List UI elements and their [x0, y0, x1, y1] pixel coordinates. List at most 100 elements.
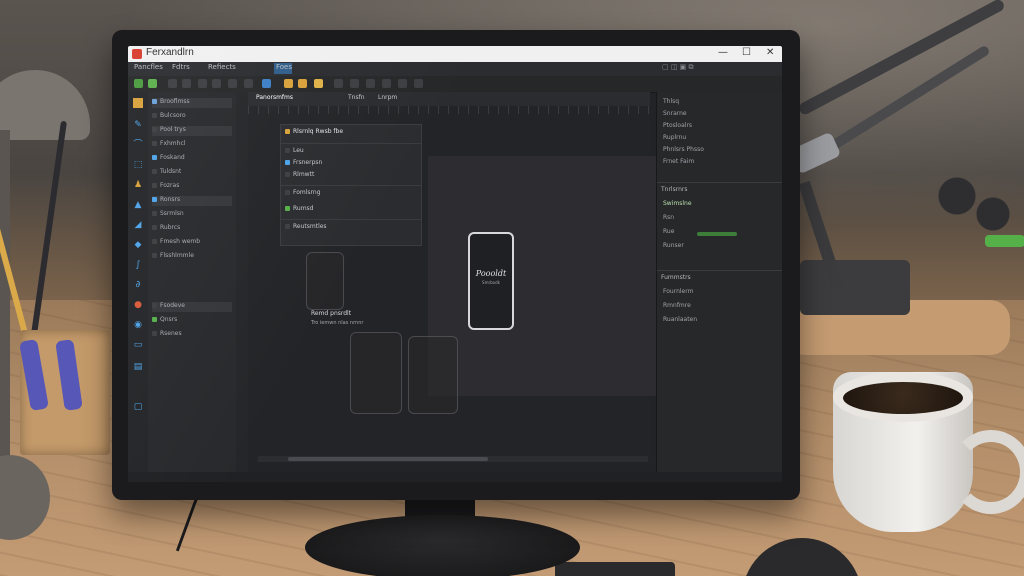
- tools-strip: ✎ ⌒ ⬚ ♟ ▲ ◢ ◆ ∫ ∂ ● ◉ ▭ ▤ ▢: [128, 92, 149, 472]
- list-item[interactable]: Brooflmss: [152, 98, 232, 108]
- globe-tool-icon[interactable]: ◉: [133, 320, 143, 330]
- menu-icon[interactable]: ▢ ◫ ▣ ⧉: [662, 63, 694, 72]
- property-row[interactable]: Snrarne: [663, 110, 687, 119]
- list-item[interactable]: Qnsrs: [152, 316, 177, 326]
- pen-tool-icon[interactable]: [284, 79, 293, 88]
- popup-row[interactable]: Rlsrnlq Rwsb fbe: [285, 128, 417, 140]
- tool-icon[interactable]: [414, 79, 423, 88]
- popup-row[interactable]: Leu: [285, 147, 417, 159]
- folder-icon: [285, 129, 290, 134]
- list-item[interactable]: Fsodeve: [152, 302, 232, 312]
- property-row[interactable]: Rsn: [663, 214, 674, 223]
- tool-icon[interactable]: [244, 79, 253, 88]
- tool-icon[interactable]: [228, 79, 237, 88]
- scrollbar-thumb[interactable]: [288, 457, 488, 461]
- ghost-frame: [350, 332, 402, 414]
- image-tool-icon[interactable]: ▤: [133, 362, 143, 372]
- list-icon: [152, 113, 157, 118]
- layer-popup: Rlsrnlq Rwsb fbe Leu Frsnerpsn Rlmwtt Fo…: [280, 124, 422, 246]
- divider: [281, 219, 421, 220]
- property-row[interactable]: Runser: [663, 242, 684, 251]
- tool-icon[interactable]: [398, 79, 407, 88]
- list-item[interactable]: Tuldsnt: [152, 168, 181, 178]
- list-item[interactable]: Fmesh wemb: [152, 238, 200, 248]
- curve-tool-icon[interactable]: ⌒: [133, 140, 143, 150]
- close-button[interactable]: ✕: [766, 47, 774, 58]
- list-item[interactable]: Rsenes: [152, 330, 182, 340]
- frame-tool-icon[interactable]: ▢: [133, 402, 143, 412]
- popup-row[interactable]: Rlmwtt: [285, 171, 417, 183]
- tab-document[interactable]: Lnrpm: [378, 94, 397, 101]
- tool-icon[interactable]: [212, 79, 221, 88]
- tool-icon[interactable]: [134, 79, 143, 88]
- desk-lamp-arm: [0, 130, 10, 460]
- tool-icon[interactable]: [334, 79, 343, 88]
- list-item[interactable]: Ronsrs: [152, 196, 232, 206]
- list-item[interactable]: Pool trys: [152, 126, 232, 136]
- pencil-tool-icon[interactable]: [298, 79, 307, 88]
- list-icon: [152, 183, 157, 188]
- tool-icon[interactable]: [382, 79, 391, 88]
- shape-tool-icon[interactable]: [314, 79, 323, 88]
- curve-tool-icon[interactable]: ∫: [133, 260, 143, 270]
- layer-icon: [285, 224, 290, 229]
- select-tool-icon[interactable]: [133, 98, 143, 108]
- tab-document[interactable]: Panorsmfms: [256, 94, 293, 101]
- tool-icon[interactable]: [168, 79, 177, 88]
- list-item[interactable]: Bulcsoro: [152, 112, 186, 122]
- device-label: Poooldt: [475, 269, 507, 278]
- layer-tool-icon[interactable]: ▭: [133, 340, 143, 350]
- property-row[interactable]: Phnlsrs Phsso: [663, 146, 704, 155]
- monitor-stand-base: [305, 515, 580, 576]
- popup-row[interactable]: Rumsd: [285, 205, 417, 217]
- properties-panel: Thlsq Snrarne Ptosloalrs Ruplrnu Phnlsrs…: [656, 92, 782, 472]
- menu-item[interactable]: Foes: [276, 63, 292, 71]
- property-row[interactable]: Swimslne: [663, 200, 692, 209]
- level-bar: [697, 232, 737, 236]
- property-row[interactable]: Fournlerm: [663, 288, 693, 297]
- divider: [281, 143, 421, 144]
- list-item[interactable]: Ssrmlsn: [152, 210, 184, 220]
- property-row[interactable]: Ruanlaaten: [663, 316, 697, 325]
- property-row[interactable]: Frnet Faim: [663, 158, 694, 167]
- list-item[interactable]: Foskand: [152, 154, 185, 164]
- property-row[interactable]: Ruplrnu: [663, 134, 686, 143]
- tool-icon[interactable]: [262, 79, 271, 88]
- property-row[interactable]: Rmnfmre: [663, 302, 691, 311]
- list-item[interactable]: Rubrcs: [152, 224, 180, 234]
- list-item[interactable]: Fozras: [152, 182, 179, 192]
- layer-icon: [285, 160, 290, 165]
- menu-item[interactable]: Refiects: [208, 63, 236, 71]
- triangle-tool-icon[interactable]: ▲: [133, 200, 143, 210]
- list-item[interactable]: Fxhmhcl: [152, 140, 185, 150]
- popup-row[interactable]: Fomlsrng: [285, 189, 417, 201]
- minimize-button[interactable]: —: [718, 47, 728, 58]
- property-row[interactable]: Thlsq: [663, 98, 679, 107]
- tool-icon[interactable]: [198, 79, 207, 88]
- popup-row[interactable]: Reutsmtles: [285, 223, 417, 235]
- brush-tool-icon[interactable]: ✎: [133, 120, 143, 130]
- list-icon: [152, 239, 157, 244]
- keyboard: [555, 562, 675, 576]
- color-tool-icon[interactable]: ●: [133, 300, 143, 310]
- list-item[interactable]: Flsshlmmle: [152, 252, 194, 262]
- menu-bar: Pancfles Fdtrs Refiects Foes ▢ ◫ ▣ ⧉: [128, 62, 782, 76]
- tab-document[interactable]: Tnsfn: [348, 94, 365, 101]
- popup-row[interactable]: Frsnerpsn: [285, 159, 417, 171]
- tool-icon[interactable]: [148, 79, 157, 88]
- menu-item[interactable]: Pancfles: [134, 63, 163, 71]
- shape-tool-icon[interactable]: ◢: [133, 220, 143, 230]
- maximize-button[interactable]: ☐: [742, 47, 751, 58]
- property-row[interactable]: Rue: [663, 228, 674, 237]
- coffee: [843, 382, 963, 414]
- crop-tool-icon[interactable]: ⬚: [133, 160, 143, 170]
- fill-tool-icon[interactable]: ◆: [133, 240, 143, 250]
- property-row[interactable]: Ptosloalrs: [663, 122, 692, 131]
- lasso-tool-icon[interactable]: ∂: [133, 280, 143, 290]
- person-tool-icon[interactable]: ♟: [133, 180, 143, 190]
- phone-mockup[interactable]: Poooldt Smrbodk: [468, 232, 514, 330]
- menu-item[interactable]: Fdtrs: [172, 63, 190, 71]
- tool-icon[interactable]: [366, 79, 375, 88]
- tool-icon[interactable]: [182, 79, 191, 88]
- tool-icon[interactable]: [350, 79, 359, 88]
